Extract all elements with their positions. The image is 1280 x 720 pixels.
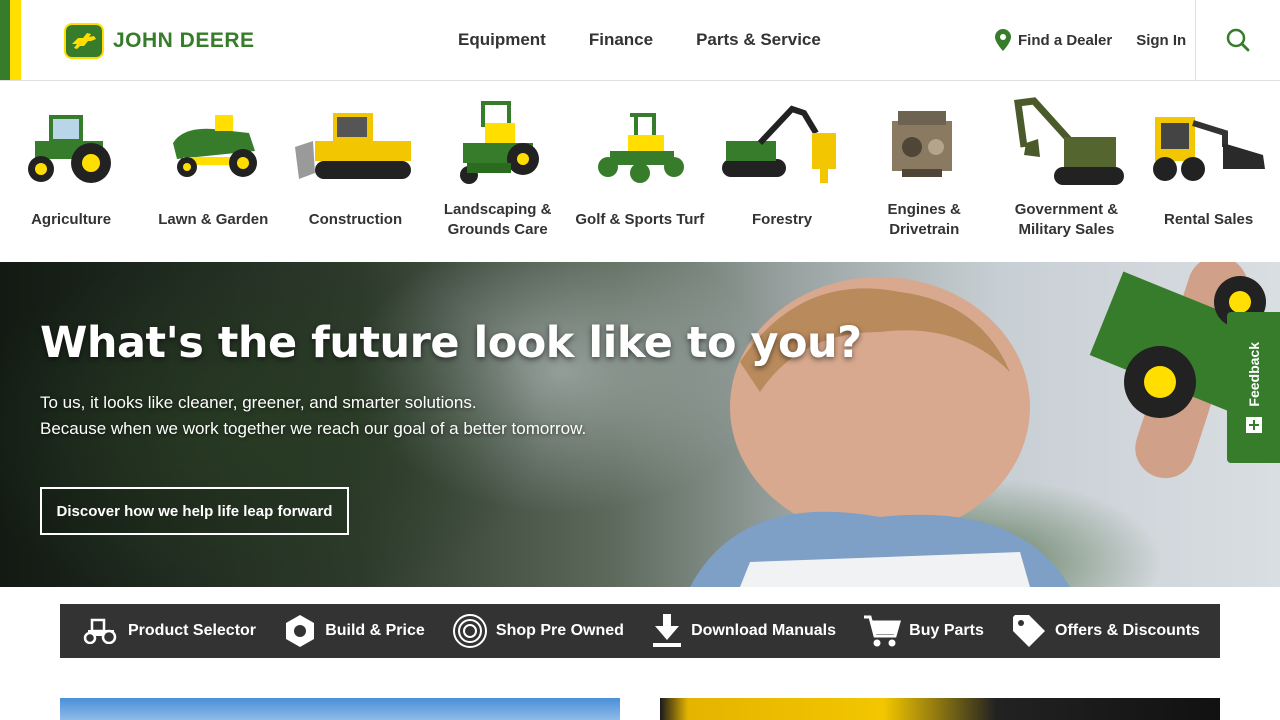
bulldozer-icon	[284, 95, 426, 195]
category-label: Engines & Drivetrain	[887, 201, 961, 238]
feedback-label: Feedback	[1245, 342, 1262, 407]
category-construction[interactable]: Construction	[284, 81, 426, 262]
category-label: Construction	[308, 211, 403, 228]
category-label: Rental Sales	[1163, 211, 1254, 228]
location-pin-icon	[995, 29, 1011, 51]
main-nav: Equipment Finance Parts & Service	[458, 0, 821, 80]
teaser-image-sky[interactable]	[60, 698, 620, 720]
tag-icon	[1013, 615, 1046, 647]
search-button[interactable]	[1195, 0, 1280, 80]
offers-discounts-link[interactable]: Offers & Discounts	[1011, 613, 1200, 649]
category-golf[interactable]: Golf & Sports Turf	[569, 81, 711, 262]
sign-in-link[interactable]: Sign In	[1136, 32, 1186, 49]
brand-stripe-yellow	[10, 0, 21, 80]
circle-swirl-icon	[452, 614, 487, 648]
hero-subtitle: To us, it looks like cleaner, greener, a…	[40, 390, 586, 442]
find-dealer-link[interactable]: Find a Dealer	[995, 29, 1112, 51]
cart-icon	[864, 615, 902, 647]
nav-equipment[interactable]: Equipment	[458, 30, 546, 50]
category-label: Lawn & Garden	[158, 211, 269, 228]
find-dealer-label: Find a Dealer	[1018, 31, 1113, 49]
category-label: Agriculture	[31, 211, 112, 228]
download-manuals-link[interactable]: Download Manuals	[651, 614, 836, 648]
buy-parts-label: Buy Parts	[909, 622, 984, 639]
product-selector-label: Product Selector	[128, 622, 257, 639]
category-label: Forestry	[752, 211, 813, 228]
hero-banner: What's the future look like to you? To u…	[0, 262, 1280, 587]
tractor-icon	[0, 95, 142, 195]
feedback-tab[interactable]: Feedback	[1227, 312, 1280, 463]
engine-icon	[853, 95, 995, 195]
category-engines[interactable]: Engines & Drivetrain	[853, 81, 995, 262]
boy-with-toy-tractor-photo	[690, 262, 1280, 587]
leaping-deer-icon	[64, 23, 104, 59]
reel-mower-icon	[569, 95, 711, 195]
download-icon	[653, 614, 682, 647]
teaser-image-machine[interactable]	[660, 698, 1220, 720]
brand-wordmark: JOHN DEERE	[113, 29, 255, 52]
equipment-categories: Agriculture Lawn & Garden Construction L…	[0, 81, 1280, 262]
quick-links-bar: Product Selector Build & Price Shop Pre …	[60, 604, 1220, 658]
download-manuals-label: Download Manuals	[691, 622, 836, 639]
hero-cta-button[interactable]: Discover how we help life leap forward	[40, 487, 349, 535]
john-deere-logo[interactable]: JOHN DEERE	[64, 23, 255, 59]
zero-turn-mower-icon	[427, 95, 569, 195]
site-header: JOHN DEERE Equipment Finance Parts & Ser…	[0, 0, 1280, 81]
excavator-icon	[995, 95, 1137, 195]
buy-parts-link[interactable]: Buy Parts	[863, 614, 984, 648]
hexagon-nut-icon	[286, 615, 315, 647]
build-price-link[interactable]: Build & Price	[283, 614, 425, 648]
category-forestry[interactable]: Forestry	[711, 81, 853, 262]
utility-nav: Find a Dealer Sign In	[995, 0, 1186, 80]
hero-line-2: Because when we work together we reach o…	[40, 419, 587, 438]
shop-pre-owned-link[interactable]: Shop Pre Owned	[452, 613, 624, 649]
category-label: Government & Military Sales	[1014, 201, 1119, 238]
plus-box-icon	[1245, 416, 1262, 433]
nav-parts-service[interactable]: Parts & Service	[696, 30, 821, 50]
hero-line-1: To us, it looks like cleaner, greener, a…	[40, 393, 477, 412]
category-label: Golf & Sports Turf	[575, 211, 705, 228]
category-landscaping[interactable]: Landscaping & Grounds Care	[427, 81, 569, 262]
harvester-icon	[711, 95, 853, 195]
hero-title: What's the future look like to you?	[40, 318, 862, 368]
category-label: Landscaping & Grounds Care	[443, 201, 552, 238]
brand-stripe-green	[0, 0, 10, 80]
product-selector-link[interactable]: Product Selector	[82, 618, 256, 644]
shop-pre-owned-label: Shop Pre Owned	[495, 622, 624, 639]
build-price-label: Build & Price	[325, 622, 425, 639]
skid-steer-icon	[1138, 95, 1280, 195]
riding-mower-icon	[142, 95, 284, 195]
category-agriculture[interactable]: Agriculture	[0, 81, 142, 262]
category-rental[interactable]: Rental Sales	[1138, 81, 1280, 262]
magnifier-icon	[1226, 28, 1250, 52]
category-lawn-garden[interactable]: Lawn & Garden	[142, 81, 284, 262]
offers-discounts-label: Offers & Discounts	[1055, 622, 1200, 639]
tractor-icon	[83, 618, 117, 644]
category-government[interactable]: Government & Military Sales	[995, 81, 1137, 262]
nav-finance[interactable]: Finance	[589, 30, 653, 50]
